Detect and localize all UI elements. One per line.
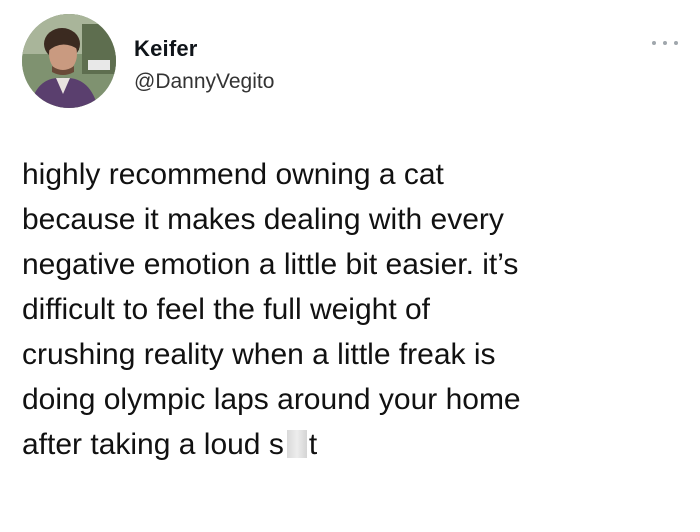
more-dot xyxy=(652,41,656,45)
tweet-line-last: after taking a loud s t xyxy=(22,422,682,467)
profile-photo-icon xyxy=(22,14,116,108)
tweet-line-last-end: t xyxy=(308,428,318,461)
tweet-line: because it makes dealing with every xyxy=(22,203,504,236)
tweet-line-last-start: after taking a loud s xyxy=(22,428,284,461)
more-dot xyxy=(663,41,667,45)
more-dot xyxy=(674,41,678,45)
user-handle[interactable]: @DannyVegito xyxy=(134,70,274,94)
more-horizontal-icon[interactable] xyxy=(652,38,678,48)
tweet-line: difficult to feel the full weight of xyxy=(22,293,431,326)
tweet-card: Keifer @DannyVegito highly recommend own… xyxy=(0,0,700,532)
tweet-line: crushing reality when a little freak is xyxy=(22,338,496,371)
display-name[interactable]: Keifer xyxy=(134,36,198,62)
tweet-text: highly recommend owning a cat because it… xyxy=(22,152,682,467)
avatar[interactable] xyxy=(22,14,116,108)
tweet-line: negative emotion a little bit easier. it… xyxy=(22,248,519,281)
tweet-line: doing olympic laps around your home xyxy=(22,383,521,416)
tweet-line: highly recommend owning a cat xyxy=(22,158,444,191)
censor-block xyxy=(286,430,307,458)
